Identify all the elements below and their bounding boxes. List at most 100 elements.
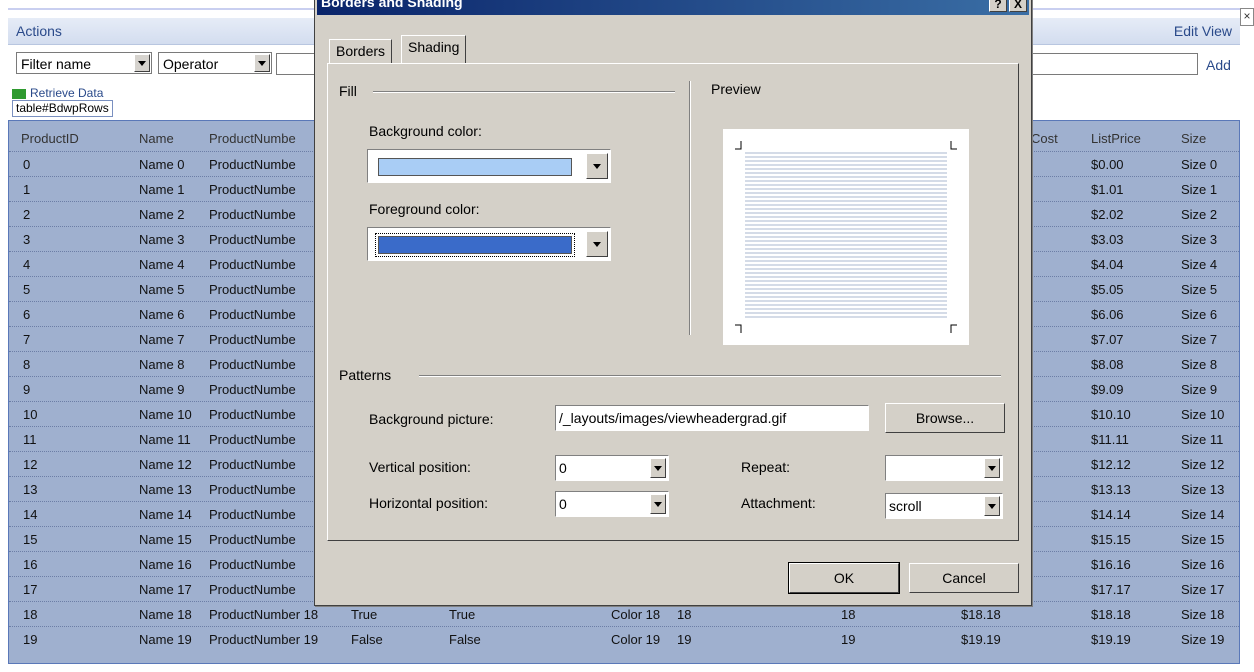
table-cell-size: Size 7: [1181, 332, 1218, 347]
chevron-down-icon[interactable]: [650, 458, 666, 478]
background-color-picker[interactable]: [367, 149, 611, 183]
table-cell-num: ProductNumbe: [209, 482, 296, 497]
table-cell-id: 9: [23, 382, 31, 397]
chevron-down-icon[interactable]: [586, 231, 608, 257]
filter-value-input[interactable]: [276, 53, 316, 75]
background-color-swatch: [378, 158, 572, 176]
browse-button[interactable]: Browse...: [885, 403, 1005, 433]
attachment-select[interactable]: scroll: [885, 493, 1003, 519]
vertical-position-label: Vertical position:: [369, 459, 471, 475]
table-cell-list: $4.04: [1091, 257, 1124, 272]
table-cell-num: ProductNumber 18: [209, 607, 319, 622]
table-cell-list: $19.19: [1091, 632, 1131, 647]
help-button[interactable]: ?: [989, 0, 1007, 12]
table-cell-list: $8.08: [1091, 357, 1124, 372]
ok-button[interactable]: OK: [788, 562, 900, 594]
header-productnumber[interactable]: ProductNumbe: [209, 131, 296, 146]
repeat-select[interactable]: [885, 455, 1003, 481]
header-cost[interactable]: Cost: [1031, 131, 1058, 146]
corner-mark: [950, 141, 957, 150]
table-cell-name: Name 12: [139, 457, 192, 472]
add-filter-link[interactable]: Add: [1206, 57, 1231, 73]
patterns-group-label: Patterns: [339, 367, 392, 383]
borders-shading-dialog: Borders and Shading ? X Borders Shading …: [314, 0, 1032, 606]
chevron-down-icon[interactable]: [984, 458, 1000, 478]
background-picture-input[interactable]: /_layouts/images/viewheadergrad.gif: [555, 405, 869, 431]
dialog-titlebar[interactable]: Borders and Shading ? X: [317, 0, 1029, 15]
table-cell-name: Name 10: [139, 407, 192, 422]
tab-borders[interactable]: Borders: [329, 39, 393, 63]
table-cell-id: 16: [23, 557, 38, 572]
chevron-down-icon[interactable]: [984, 496, 1000, 516]
corner-mark: [735, 324, 742, 333]
table-cell-num: ProductNumbe: [209, 307, 296, 322]
table-cell-list: $6.06: [1091, 307, 1124, 322]
preview-area: [723, 129, 969, 345]
foreground-color-picker[interactable]: [367, 227, 611, 261]
header-name[interactable]: Name: [139, 131, 174, 146]
table-cell-id: 4: [23, 257, 31, 272]
actions-menu[interactable]: Actions: [16, 23, 62, 39]
table-cell-num: ProductNumbe: [209, 432, 296, 447]
table-cell-name: Name 13: [139, 482, 192, 497]
edit-view-link[interactable]: Edit View: [1174, 23, 1232, 39]
table-cell-list: $2.02: [1091, 207, 1124, 222]
horizontal-position-select[interactable]: 0: [555, 491, 669, 517]
table-cell-size: Size 5: [1181, 282, 1218, 297]
table-cell-num: ProductNumbe: [209, 382, 296, 397]
chevron-down-icon[interactable]: [650, 494, 666, 514]
table-cell-list: $11.11: [1091, 432, 1129, 447]
table-cell-list: $10.10: [1091, 407, 1131, 422]
table-cell-size: Size 14: [1181, 507, 1225, 522]
dialog-close-button[interactable]: X: [1009, 0, 1027, 12]
table-cell-c2: 19: [841, 632, 856, 647]
table-cell-id: 0: [23, 157, 31, 172]
table-cell-name: Name 14: [139, 507, 192, 522]
table-cell-size: Size 10: [1181, 407, 1225, 422]
chevron-down-icon[interactable]: [254, 54, 270, 72]
table-cell-color: Color 18: [611, 607, 661, 622]
table-cell-name: Name 0: [139, 157, 185, 172]
chevron-down-icon[interactable]: [134, 54, 150, 72]
table-cell-b2: True: [449, 607, 476, 622]
close-icon[interactable]: ×: [1240, 8, 1254, 26]
retrieve-icon: [12, 88, 26, 99]
foreground-color-swatch: [375, 233, 575, 257]
table-cell-list: $12.12: [1091, 457, 1131, 472]
header-listprice[interactable]: ListPrice: [1091, 131, 1141, 146]
table-row[interactable]: 19 Name 19 ProductNumber 19 False False Color…: [9, 626, 1239, 651]
table-cell-size: Size 15: [1181, 532, 1225, 547]
table-cell-name: Name 15: [139, 532, 192, 547]
table-cell-id: 1: [23, 182, 31, 197]
retrieve-data-link[interactable]: Retrieve Data: [12, 86, 103, 100]
tab-shading[interactable]: Shading: [401, 35, 467, 63]
table-cell-list: $16.16: [1091, 557, 1131, 572]
fill-divider: [373, 91, 675, 93]
table-cell-size: Size 17: [1181, 582, 1225, 597]
table-cell-list: $15.15: [1091, 532, 1131, 547]
cancel-button[interactable]: Cancel: [909, 563, 1019, 593]
chevron-down-icon[interactable]: [586, 153, 608, 179]
vertical-position-select[interactable]: 0: [555, 455, 669, 481]
header-productid[interactable]: ProductID: [21, 131, 79, 146]
table-cell-id: 13: [23, 482, 38, 497]
vertical-divider: [689, 81, 691, 335]
filter-value-input-right[interactable]: [1030, 53, 1198, 75]
table-cell-name: Name 9: [139, 382, 185, 397]
patterns-divider: [419, 375, 1001, 377]
operator-select[interactable]: Operator: [158, 52, 272, 74]
table-cell-num: ProductNumbe: [209, 507, 296, 522]
table-cell-num: ProductNumbe: [209, 357, 296, 372]
filter-name-select[interactable]: Filter name: [16, 52, 152, 74]
table-cell-cost: $19.19: [961, 632, 1001, 647]
table-cell-num: ProductNumbe: [209, 257, 296, 272]
table-cell-list: $3.03: [1091, 232, 1124, 247]
table-cell-size: Size 1: [1181, 182, 1218, 197]
corner-mark: [735, 141, 742, 150]
header-size[interactable]: Size: [1181, 131, 1206, 146]
table-cell-id: 17: [23, 582, 38, 597]
table-cell-list: $5.05: [1091, 282, 1124, 297]
attachment-value: scroll: [889, 498, 922, 514]
preview-lines: [735, 141, 957, 333]
table-cell-color: Color 19: [611, 632, 661, 647]
